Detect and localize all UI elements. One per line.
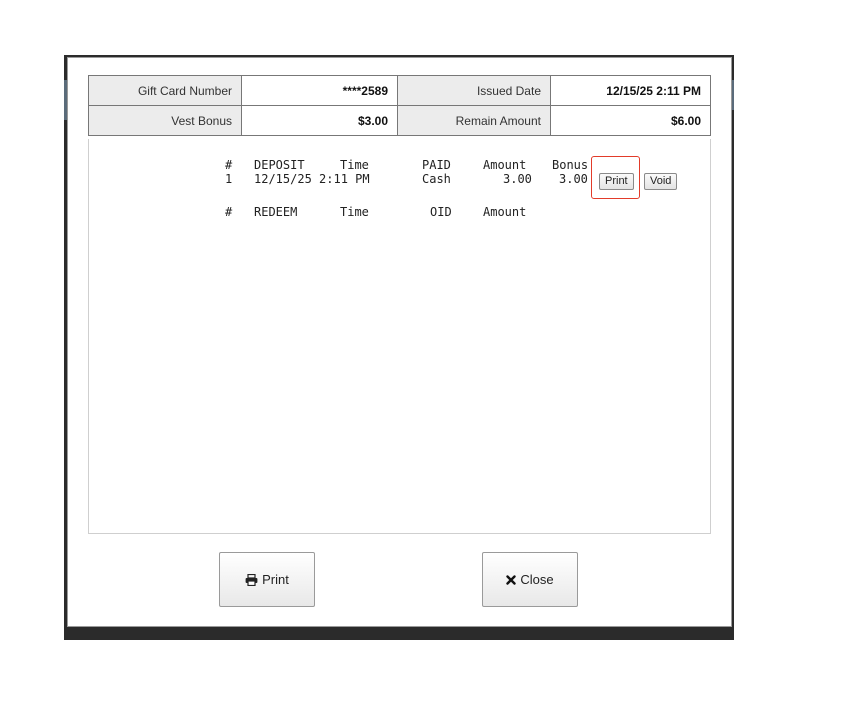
deposit-row-amount: 3.00	[503, 172, 532, 186]
vest-bonus-value: $3.00	[241, 105, 398, 136]
deposit-row-paid: Cash	[422, 172, 451, 186]
redeem-header-num: #	[225, 205, 233, 219]
close-button[interactable]: Close	[482, 552, 578, 607]
transaction-history-panel: # DEPOSIT Time PAID Amount Bonus 1 12/15…	[88, 139, 711, 534]
deposit-row-print-button[interactable]: Print	[599, 173, 634, 190]
issued-date-label: Issued Date	[397, 75, 551, 106]
print-button-label: Print	[262, 572, 289, 587]
gift-card-number-label: Gift Card Number	[88, 75, 242, 106]
deposit-header-time: Time	[340, 158, 369, 172]
redeem-header-oid: OID	[430, 205, 452, 219]
redeem-header-type: REDEEM	[254, 205, 298, 219]
deposit-header-bonus: Bonus	[552, 158, 589, 172]
printer-icon	[245, 573, 258, 586]
deposit-header-amount: Amount	[483, 158, 527, 172]
vest-bonus-label: Vest Bonus	[88, 105, 242, 136]
gift-card-detail-dialog: Gift Card Number ****2589 Issued Date 12…	[67, 57, 732, 627]
deposit-row-bonus: 3.00	[559, 172, 588, 186]
remain-amount-label: Remain Amount	[397, 105, 551, 136]
print-button[interactable]: Print	[219, 552, 315, 607]
issued-date-value: 12/15/25 2:11 PM	[550, 75, 711, 106]
redeem-header-amount: Amount	[483, 205, 527, 219]
close-x-icon	[506, 574, 517, 585]
redeem-header-time: Time	[340, 205, 369, 219]
info-row-1: Gift Card Number ****2589 Issued Date 12…	[88, 75, 711, 106]
deposit-header-num: #	[225, 158, 233, 172]
gift-card-info-table: Gift Card Number ****2589 Issued Date 12…	[88, 75, 711, 136]
deposit-row-void-button[interactable]: Void	[644, 173, 678, 190]
deposit-row-num: 1	[225, 172, 233, 186]
close-button-label: Close	[520, 572, 554, 587]
deposit-header-paid: PAID	[422, 158, 451, 172]
gift-card-number-value: ****2589	[241, 75, 398, 106]
info-row-2: Vest Bonus $3.00 Remain Amount $6.00	[88, 105, 711, 136]
deposit-row-time: 12/15/25 2:11 PM	[254, 172, 370, 186]
deposit-header-type: DEPOSIT	[254, 158, 305, 172]
remain-amount-value: $6.00	[550, 105, 711, 136]
